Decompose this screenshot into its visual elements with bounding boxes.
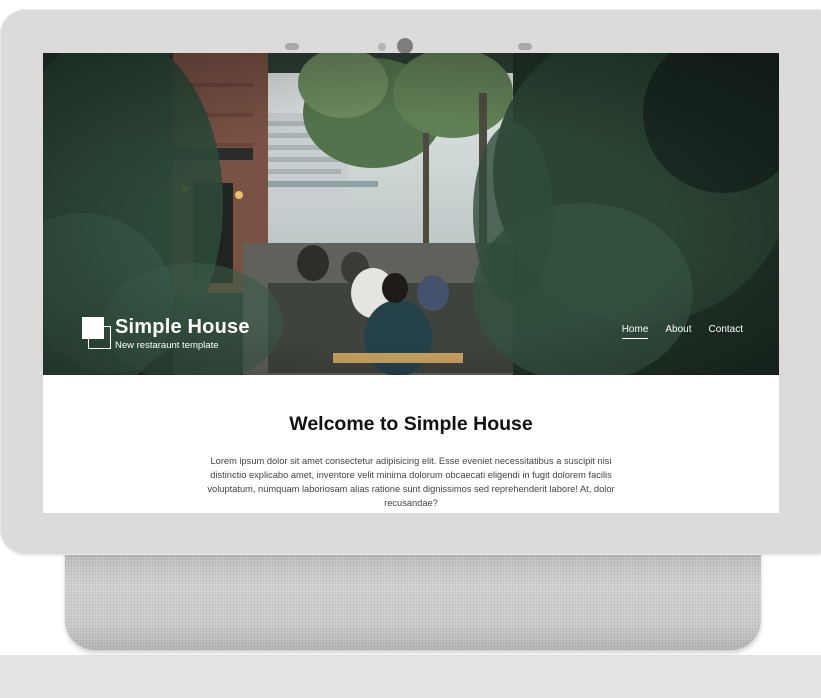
- floor-surface: [0, 655, 821, 698]
- speaker-base: [65, 548, 761, 650]
- logo-square-outline: [88, 326, 111, 349]
- logo-icon[interactable]: [82, 317, 112, 349]
- site-title[interactable]: Simple House: [115, 316, 250, 339]
- site-tagline: New restaraunt template: [115, 340, 219, 351]
- hero-banner: Simple House New restaraunt template Hom…: [43, 53, 779, 375]
- screen: Simple House New restaraunt template Hom…: [43, 53, 779, 513]
- camera-icon: [397, 38, 413, 54]
- microphone-dot: [378, 43, 386, 51]
- main-nav: Home About Contact: [621, 324, 743, 339]
- nav-home[interactable]: Home: [621, 324, 649, 339]
- nav-about[interactable]: About: [665, 324, 691, 339]
- sensor-right: [518, 43, 532, 50]
- nav-contact[interactable]: Contact: [709, 324, 743, 339]
- welcome-heading: Welcome to Simple House: [289, 413, 533, 435]
- welcome-paragraph: Lorem ipsum dolor sit amet consectetur a…: [207, 456, 615, 508]
- sensor-left: [285, 43, 299, 50]
